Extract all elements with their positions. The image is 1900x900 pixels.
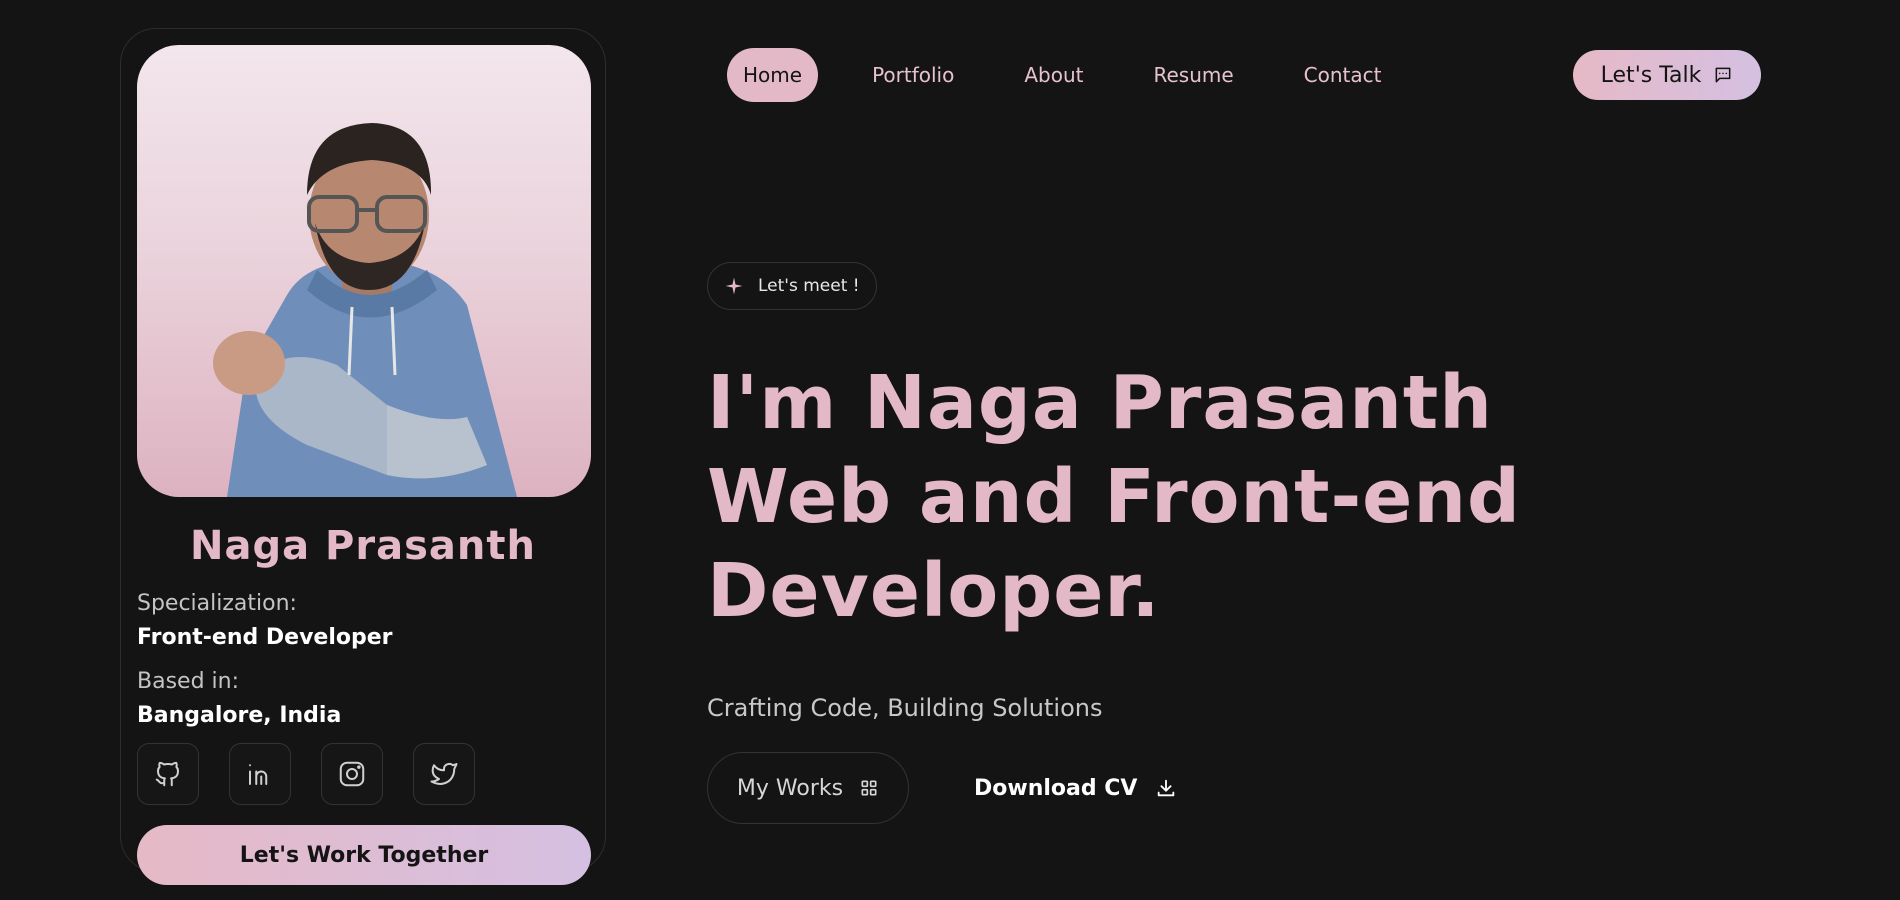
chat-icon [1715, 67, 1731, 83]
download-icon [1158, 779, 1175, 797]
instagram-icon [339, 761, 365, 787]
twitter-link[interactable] [413, 743, 475, 805]
nav-home[interactable]: Home [727, 48, 819, 102]
my-works-label: My Works [736, 775, 844, 801]
profile-name: Naga Prasanth [190, 523, 536, 569]
specialization-label: Specialization: [137, 591, 297, 616]
instagram-link[interactable] [321, 743, 383, 805]
social-links [137, 743, 475, 805]
twitter-icon [430, 762, 458, 785]
specialization-value: Front-end Developer [137, 625, 393, 650]
nav-resume[interactable]: Resume [1137, 48, 1249, 102]
main-nav: Home Portfolio About Resume Contact [727, 48, 1435, 102]
github-link[interactable] [137, 743, 199, 805]
nav-about[interactable]: About [1008, 48, 1099, 102]
lets-meet-label: Let's meet ! [758, 276, 860, 296]
grid-icon [861, 780, 877, 796]
linkedin-icon [249, 764, 268, 785]
work-together-button[interactable]: Let's Work Together [137, 825, 591, 885]
hero-tagline: Crafting Code, Building Solutions [707, 694, 1103, 722]
my-works-button[interactable]: My Works [707, 752, 909, 824]
hero-title: I'm Naga Prasanth Web and Front-end Deve… [707, 356, 1707, 638]
profile-card: Naga Prasanth Specialization: Front-end … [120, 28, 606, 885]
download-cv-label: Download CV [974, 775, 1138, 801]
hero-title-line-2: Web and Front-end [707, 454, 1522, 540]
github-icon [155, 761, 179, 787]
person-illustration [213, 123, 517, 497]
lets-talk-label: Let's Talk [1600, 62, 1702, 88]
download-cv-button[interactable]: Download CV [960, 752, 1191, 824]
lets-meet-badge: Let's meet ! [707, 262, 877, 310]
nav-portfolio[interactable]: Portfolio [856, 48, 970, 102]
hero-title-line-3: Developer. [707, 548, 1161, 634]
based-in-value: Bangalore, India [137, 703, 342, 728]
hero-title-line-1: I'm Naga Prasanth [707, 360, 1493, 446]
nav-contact[interactable]: Contact [1288, 48, 1398, 102]
linkedin-link[interactable] [229, 743, 291, 805]
based-in-label: Based in: [137, 669, 239, 694]
profile-photo [137, 45, 591, 497]
lets-talk-button[interactable]: Let's Talk [1573, 50, 1761, 100]
sparkle-icon [725, 277, 743, 295]
